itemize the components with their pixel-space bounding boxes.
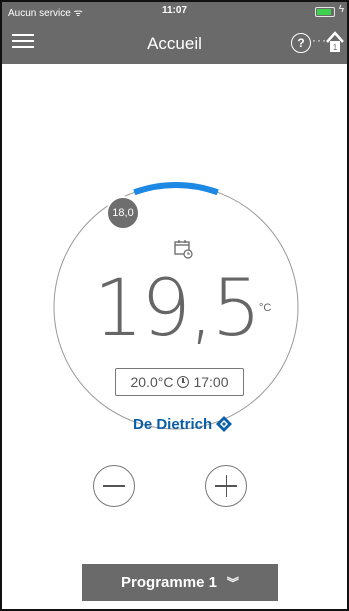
app-frame: Aucun service ᯤ 11:07 ϟ Accueil ? ··· 1 …: [0, 0, 349, 611]
charging-icon: ϟ: [338, 4, 344, 15]
next-schedule: 20.0°C 17:00: [115, 368, 244, 396]
clock-time: 11:07: [161, 5, 188, 16]
nav-bar: Accueil ? ··· 1: [2, 20, 347, 64]
decrease-button[interactable]: [93, 465, 135, 507]
next-temperature: 20.0°C: [130, 374, 174, 390]
clock-icon: [177, 376, 190, 388]
top-bar: Aucun service ᯤ 11:07 ϟ Accueil ? ··· 1: [2, 2, 347, 64]
setpoint-arc: [133, 182, 219, 196]
home-icon[interactable]: 1: [326, 30, 344, 54]
program-label: Programme 1: [121, 574, 217, 591]
calendar-icon: [174, 240, 193, 259]
temperature-unit: °C: [259, 302, 272, 314]
double-chevron-down-icon: ︾: [226, 576, 239, 590]
connection-dots-icon: ···: [312, 33, 327, 47]
next-time: 17:00: [193, 374, 229, 390]
status-bar: Aucun service ᯤ 11:07 ϟ: [2, 2, 347, 20]
increase-button[interactable]: [205, 465, 247, 507]
help-icon[interactable]: ?: [291, 33, 311, 53]
minus-icon: [103, 485, 125, 487]
setpoint-badge[interactable]: 18,0: [106, 196, 140, 230]
current-temperature: 19,5: [93, 264, 262, 354]
program-selector[interactable]: Programme 1 ︾: [82, 564, 278, 601]
svg-text:1: 1: [333, 43, 338, 52]
brand-name: De Dietrich: [133, 415, 213, 433]
battery-icon: [315, 7, 335, 17]
brand-diamond-icon: [216, 416, 233, 432]
brand-logo: De Dietrich: [133, 415, 233, 433]
